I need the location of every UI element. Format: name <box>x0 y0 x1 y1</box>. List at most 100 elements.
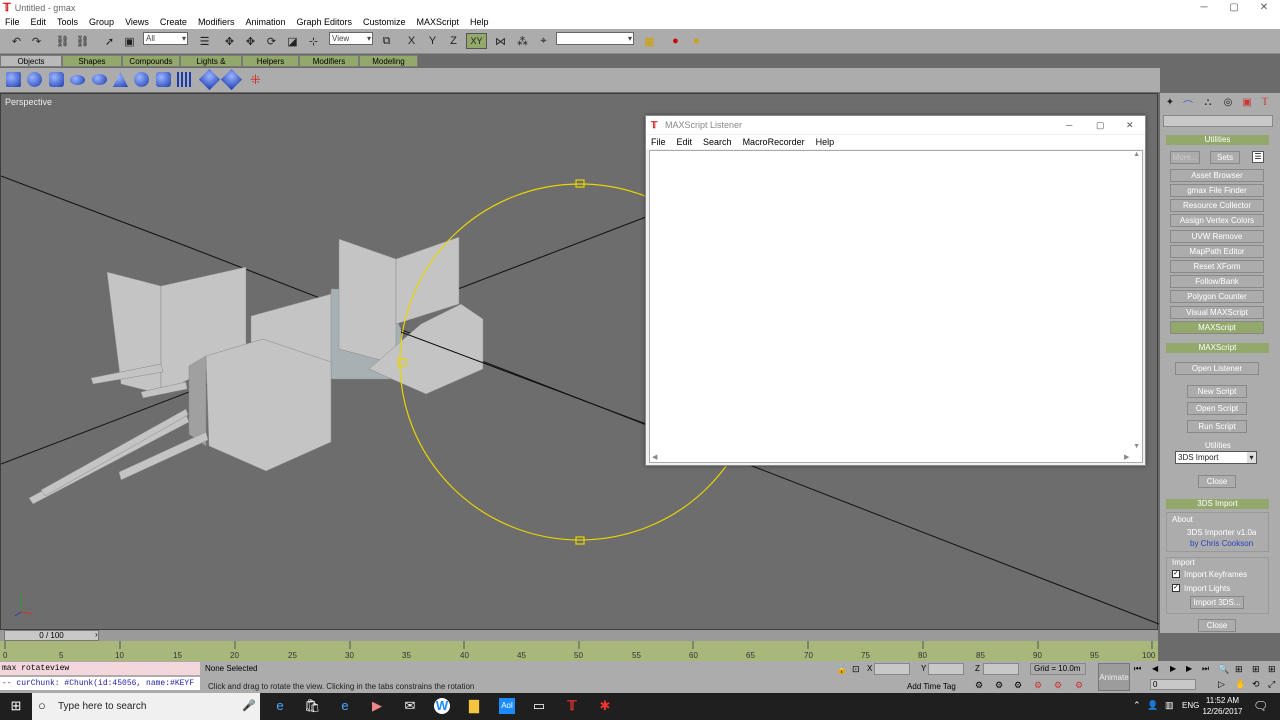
tab-compounds[interactable]: Compounds <box>122 55 180 67</box>
align-icon[interactable]: ⌖ <box>535 33 552 49</box>
scroll-down-icon[interactable]: ▼ <box>1133 443 1140 450</box>
quick-render-icon[interactable]: ● <box>688 33 705 49</box>
windows-start-icon[interactable]: ⊞ <box>8 698 24 714</box>
spinner-snap-icon[interactable]: ⚙ <box>1034 680 1042 691</box>
listener-menu-help[interactable]: Help <box>816 137 835 147</box>
pan-icon[interactable]: ✋ <box>1235 679 1246 690</box>
run-script-button[interactable]: Run Script <box>1187 420 1247 433</box>
utility-uvw-remove[interactable]: UVW Remove <box>1170 230 1264 243</box>
tab-helpers[interactable]: Helpers <box>242 55 299 67</box>
mirror-icon[interactable]: ⋈ <box>492 33 509 49</box>
maxscript-rollout-header[interactable]: MAXScript <box>1166 343 1269 353</box>
maxscript-close-button[interactable]: Close <box>1198 475 1236 488</box>
import-keyframes-checkbox[interactable]: ✓ <box>1172 570 1180 578</box>
language-indicator[interactable]: ENG <box>1182 701 1199 710</box>
time-slider[interactable]: 0 / 100 › <box>0 630 1158 641</box>
modify-panel-icon[interactable]: ⌒ <box>1181 97 1195 112</box>
maximize-viewport-icon[interactable]: ⤢ <box>1268 679 1275 690</box>
cylinder-icon[interactable] <box>49 72 64 87</box>
pivot-icon[interactable]: ⊹ <box>305 33 322 49</box>
restrict-y-icon[interactable]: Y <box>424 33 441 49</box>
motion-panel-icon[interactable]: ◎ <box>1221 97 1235 109</box>
track-bar[interactable]: 0 5 10 15 20 25 30 35 40 45 50 55 60 65 … <box>0 641 1158 661</box>
utility-maxscript[interactable]: MAXScript <box>1170 321 1264 334</box>
taskbar-search-box[interactable]: ○ Type here to search 🎤 <box>32 693 260 720</box>
clock-time[interactable]: 11:52 AM <box>1205 696 1240 705</box>
pyramid-icon[interactable] <box>198 68 221 91</box>
utilities-panel-icon[interactable]: 𝕋 <box>1258 97 1272 109</box>
more-button[interactable]: More... <box>1170 151 1200 164</box>
menu-animation[interactable]: Animation <box>245 17 285 27</box>
maximize-button[interactable]: ▢ <box>1218 0 1250 15</box>
utility-follow-bank[interactable]: Follow/Bank <box>1170 275 1264 288</box>
next-frame-icon[interactable]: › <box>95 630 98 639</box>
box-icon[interactable] <box>6 72 21 87</box>
mail-icon[interactable]: ✉ <box>402 698 418 714</box>
animate-button[interactable]: Animate <box>1098 663 1130 691</box>
cone-icon[interactable] <box>113 72 128 87</box>
teapot-icon[interactable] <box>92 74 107 85</box>
tube-icon[interactable] <box>156 72 171 87</box>
window-app-icon[interactable]: ▭ <box>531 698 547 714</box>
import-3ds-button[interactable]: Import 3DS... <box>1190 596 1244 609</box>
menu-tools[interactable]: Tools <box>57 17 78 27</box>
utility-resource-collector[interactable]: Resource Collector <box>1170 199 1264 212</box>
transform-center-icon[interactable]: ⧉ <box>378 33 395 49</box>
edge-icon[interactable]: e <box>272 698 288 714</box>
import-lights-checkbox[interactable]: ✓ <box>1172 584 1180 592</box>
maximize-button[interactable]: ▢ <box>1096 116 1105 134</box>
scroll-up-icon[interactable]: ▲ <box>1133 151 1140 158</box>
named-selection-dropdown[interactable]: ▾ <box>556 32 634 45</box>
menu-modifiers[interactable]: Modifiers <box>198 17 235 27</box>
gmax-taskbar-icon[interactable]: 𝕋 <box>564 698 580 714</box>
action-center-icon[interactable]: 🗨 <box>1253 699 1268 713</box>
menu-views[interactable]: Views <box>125 17 149 27</box>
utility-mappath-editor[interactable]: MapPath Editor <box>1170 245 1264 258</box>
rotate-icon[interactable]: ⟳ <box>263 33 280 49</box>
utility-polygon-counter[interactable]: Polygon Counter <box>1170 290 1264 303</box>
menu-customize[interactable]: Customize <box>363 17 406 27</box>
media-icon[interactable]: ▶ <box>369 698 385 714</box>
listener-menu-file[interactable]: File <box>651 137 666 147</box>
zoom-icon[interactable]: 🔍 <box>1218 664 1229 675</box>
menu-group[interactable]: Group <box>89 17 114 27</box>
x-coordinate-field[interactable] <box>874 663 910 675</box>
play-icon[interactable]: ▶ <box>1170 664 1176 673</box>
move-icon[interactable]: ✥ <box>221 33 238 49</box>
menu-file[interactable]: File <box>5 17 20 27</box>
next-frame-icon[interactable]: ▶ <box>1186 664 1192 673</box>
open-listener-button[interactable]: Open Listener <box>1175 362 1259 375</box>
tab-modeling[interactable]: Modeling <box>359 55 418 67</box>
undo-icon[interactable]: ↶ <box>8 33 25 49</box>
utilities-dropdown[interactable]: 3DS Import ▾ <box>1175 451 1257 464</box>
angle-snap-icon[interactable]: ⚙ <box>995 680 1003 691</box>
scroll-left-icon[interactable]: ◀ <box>652 453 657 461</box>
mini-listener-line2[interactable]: -- curChunk: #Chunk(id:45056, name:#KEYF <box>0 677 200 690</box>
unlink-icon[interactable]: ⛓ <box>74 33 91 49</box>
menu-maxscript[interactable]: MAXScript <box>417 17 460 27</box>
restrict-xy-button[interactable]: XY <box>466 33 487 49</box>
geosphere-icon[interactable] <box>134 72 149 87</box>
arc-rotate-icon[interactable]: ⟲ <box>1252 679 1260 690</box>
network-icon[interactable]: ▥ <box>1165 700 1174 711</box>
selection-filter-dropdown[interactable]: All ▾ <box>143 32 188 45</box>
select-arrow-icon[interactable]: ➚ <box>101 33 118 49</box>
utility-gmax-file-finder[interactable]: gmax File Finder <box>1170 184 1264 197</box>
particle-icon[interactable]: ⁜ <box>248 72 263 87</box>
torus-icon[interactable] <box>70 75 85 85</box>
menu-graph-editors[interactable]: Graph Editors <box>296 17 352 27</box>
aol-icon[interactable]: Aol <box>499 698 515 714</box>
menu-help[interactable]: Help <box>470 17 489 27</box>
scale-icon[interactable]: ◪ <box>284 33 301 49</box>
open-script-button[interactable]: Open Script <box>1187 402 1247 415</box>
z-coordinate-field[interactable] <box>983 663 1019 675</box>
listener-title-bar[interactable]: 𝕋 MAXScript Listener ─ ▢ ✕ <box>646 116 1145 134</box>
minimize-button[interactable]: ─ <box>1066 116 1072 134</box>
scroll-right-icon[interactable]: ▶ <box>1124 453 1129 461</box>
utility-asset-browser[interactable]: Asset Browser <box>1170 169 1264 182</box>
zoom-extents-all-icon[interactable]: ⊞ <box>1268 664 1276 675</box>
microphone-icon[interactable]: 🎤 <box>242 699 256 712</box>
sets-button[interactable]: Sets <box>1210 151 1240 164</box>
create-panel-icon[interactable]: ✦ <box>1163 97 1177 109</box>
maxscript-taskbar-icon[interactable]: ✱ <box>597 698 613 714</box>
